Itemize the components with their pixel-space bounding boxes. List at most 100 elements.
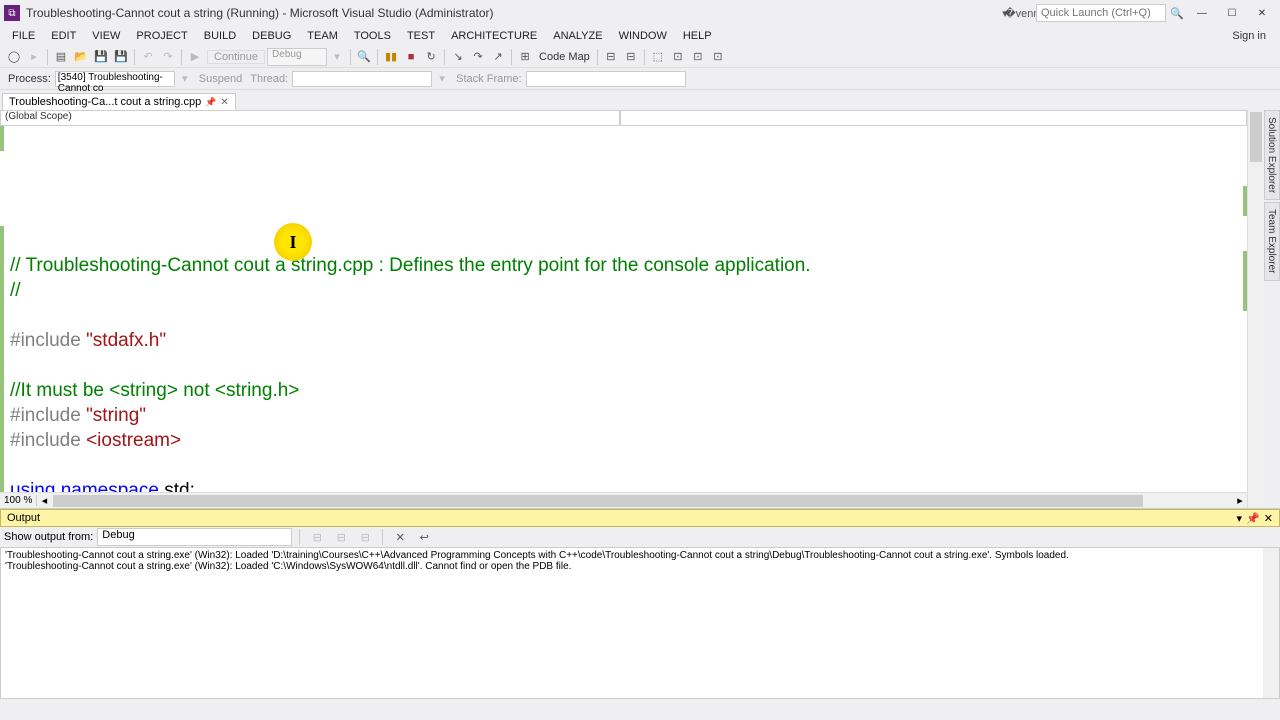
document-tab-label: Troubleshooting-Ca...t cout a string.cpp <box>9 96 201 108</box>
minimize-button[interactable]: — <box>1188 4 1216 22</box>
maximize-button[interactable]: ☐ <box>1218 4 1246 22</box>
stackframe-dropdown[interactable] <box>526 71 686 87</box>
text-cursor-icon: I <box>289 230 296 255</box>
stop-icon[interactable]: ■ <box>401 48 421 66</box>
scroll-right-icon[interactable]: ▸ <box>1233 494 1247 507</box>
code-editor[interactable]: // Troubleshooting-Cannot cout a string.… <box>0 126 1247 492</box>
editor-area: (Global Scope) // Troubleshooting-Cannot… <box>0 110 1280 508</box>
process-dd-arrow[interactable]: ▾ <box>175 70 195 88</box>
thread-flag-icon: ▾ <box>432 70 452 88</box>
editor-vscrollbar[interactable] <box>1247 110 1264 508</box>
start-icon: ▶ <box>185 48 205 66</box>
stackframe-label: Stack Frame: <box>452 73 525 85</box>
output-line: 'Troubleshooting-Cannot cout a string.ex… <box>5 561 1275 572</box>
team-explorer-tab[interactable]: Team Explorer <box>1264 202 1280 280</box>
scroll-left-icon[interactable]: ◂ <box>37 494 51 507</box>
menu-team[interactable]: TEAM <box>299 28 346 44</box>
document-tab[interactable]: Troubleshooting-Ca...t cout a string.cpp… <box>2 93 236 110</box>
vs-logo-icon: ⧉ <box>4 5 20 21</box>
code-token: "string" <box>86 405 146 426</box>
output-pin-icon[interactable]: 📌 <box>1246 512 1260 525</box>
pin-icon[interactable]: 📌 <box>205 97 216 108</box>
output-text[interactable]: 'Troubleshooting-Cannot cout a string.ex… <box>0 547 1280 699</box>
zoom-level[interactable]: 100 % <box>0 495 37 506</box>
tool-icon-2[interactable]: ⊟ <box>621 48 641 66</box>
document-tabstrip: Troubleshooting-Ca...t cout a string.cpp… <box>0 90 1280 110</box>
codemap-icon[interactable]: ⊞ <box>515 48 535 66</box>
thread-label: Thread: <box>246 73 292 85</box>
tool-icon-1[interactable]: ⊟ <box>601 48 621 66</box>
save-icon[interactable]: 💾 <box>91 48 111 66</box>
show-output-from-label: Show output from: <box>4 531 93 543</box>
sign-in-link[interactable]: Sign in <box>1232 30 1276 42</box>
code-token: <iostream> <box>86 430 181 451</box>
menu-help[interactable]: HELP <box>675 28 720 44</box>
code-token: using <box>10 480 55 492</box>
editor-hscrollbar[interactable]: 100 % ◂ ▸ <box>0 492 1247 508</box>
titlebar: ⧉ Troubleshooting-Cannot cout a string (… <box>0 0 1280 26</box>
code-token: #include <box>10 330 86 351</box>
window-title: Troubleshooting-Cannot cout a string (Ru… <box>26 6 494 20</box>
notifications-icon[interactable]: �venne <box>1016 4 1034 22</box>
output-tool-1-icon: ⊟ <box>307 528 327 546</box>
restart-icon[interactable]: ↻ <box>421 48 441 66</box>
cursor-highlight: I <box>274 223 312 261</box>
code-token: namespace <box>55 480 164 492</box>
menu-view[interactable]: VIEW <box>84 28 128 44</box>
suspend-label: Suspend <box>195 73 246 85</box>
code-token: ; <box>190 480 195 492</box>
config-dropdown[interactable]: Debug <box>267 48 327 66</box>
output-close-icon[interactable]: ✕ <box>1264 512 1273 525</box>
tool-icon-3[interactable]: ⊡ <box>668 48 688 66</box>
close-button[interactable]: ✕ <box>1248 4 1276 22</box>
menu-test[interactable]: TEST <box>399 28 443 44</box>
output-vscrollbar[interactable] <box>1263 548 1279 698</box>
member-dropdown[interactable] <box>620 110 1247 126</box>
menu-project[interactable]: PROJECT <box>128 28 195 44</box>
vscroll-thumb[interactable] <box>1250 112 1262 162</box>
output-titlebar[interactable]: Output ▾ 📌 ✕ <box>0 509 1280 527</box>
toggle-wrap-icon[interactable]: ↩ <box>414 528 434 546</box>
code-line: //It must be <string> not <string.h> <box>10 380 299 401</box>
platform-dd: ▾ <box>327 48 347 66</box>
menu-architecture[interactable]: ARCHITECTURE <box>443 28 545 44</box>
find-icon[interactable]: 🔍 <box>354 48 374 66</box>
tab-close-icon[interactable]: ✕ <box>220 97 228 108</box>
hscroll-thumb[interactable] <box>53 495 1143 507</box>
step-over-icon[interactable]: ↷ <box>468 48 488 66</box>
menu-file[interactable]: FILE <box>4 28 43 44</box>
menu-debug[interactable]: DEBUG <box>244 28 299 44</box>
code-token: #include <box>10 405 86 426</box>
new-project-icon[interactable]: ▤ <box>51 48 71 66</box>
output-line: 'Troubleshooting-Cannot cout a string.ex… <box>5 550 1275 561</box>
nav-back-icon[interactable]: ◯ <box>4 48 24 66</box>
pause-icon[interactable]: ▮▮ <box>381 48 401 66</box>
step-out-icon[interactable]: ↗ <box>488 48 508 66</box>
code-token: "stdafx.h" <box>86 330 166 351</box>
output-dropdown-icon[interactable]: ▾ <box>1237 512 1243 525</box>
menu-tools[interactable]: TOOLS <box>346 28 399 44</box>
codemap-label[interactable]: Code Map <box>535 51 594 63</box>
code-token: #include <box>10 430 86 451</box>
show-output-from-dropdown[interactable]: Debug <box>97 528 292 546</box>
scope-dropdown[interactable]: (Global Scope) <box>0 110 620 126</box>
output-panel: Output ▾ 📌 ✕ Show output from: Debug ⊟ ⊟… <box>0 508 1280 699</box>
undo-icon: ↶ <box>138 48 158 66</box>
thread-dropdown[interactable] <box>292 71 432 87</box>
process-dropdown[interactable]: [3540] Troubleshooting-Cannot co <box>55 71 175 87</box>
tool-icon-5[interactable]: ⊡ <box>708 48 728 66</box>
hex-icon[interactable]: ⬚ <box>648 48 668 66</box>
menu-edit[interactable]: EDIT <box>43 28 84 44</box>
tool-icon-4[interactable]: ⊡ <box>688 48 708 66</box>
solution-explorer-tab[interactable]: Solution Explorer <box>1264 110 1280 200</box>
save-all-icon[interactable]: 💾 <box>111 48 131 66</box>
menu-window[interactable]: WINDOW <box>611 28 675 44</box>
quick-launch-input[interactable] <box>1036 4 1166 22</box>
clear-all-icon[interactable]: ✕ <box>390 528 410 546</box>
step-into-icon[interactable]: ↘ <box>448 48 468 66</box>
open-file-icon[interactable]: 📂 <box>71 48 91 66</box>
search-icon[interactable]: 🔍 <box>1168 4 1186 22</box>
menu-build[interactable]: BUILD <box>196 28 244 44</box>
menu-analyze[interactable]: ANALYZE <box>545 28 610 44</box>
continue-button[interactable]: Continue <box>207 50 265 64</box>
